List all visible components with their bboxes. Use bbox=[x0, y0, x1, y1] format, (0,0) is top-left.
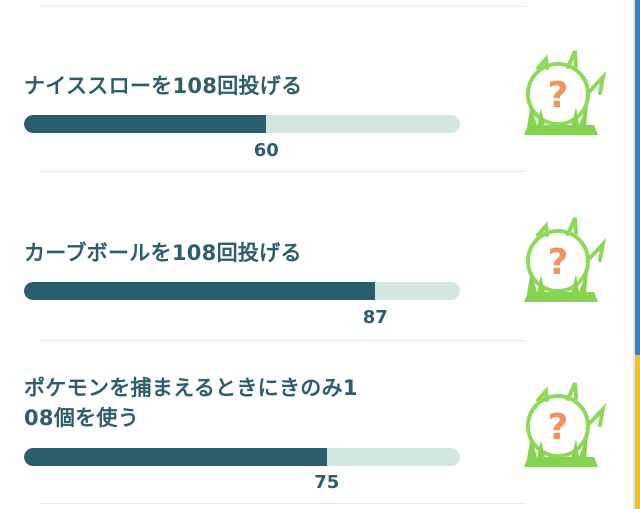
mystery-reward-icon: ? bbox=[524, 50, 607, 135]
progress-fill bbox=[24, 115, 267, 133]
progress-count: 87 bbox=[362, 307, 388, 328]
question-mark-icon: ? bbox=[548, 242, 569, 283]
progress-count: 60 bbox=[253, 140, 279, 161]
task-title: ナイススローを108回投げる bbox=[24, 74, 303, 98]
progress-bar bbox=[24, 115, 460, 133]
divider bbox=[40, 6, 525, 7]
progress-fill bbox=[24, 282, 376, 300]
screen-edge bbox=[633, 0, 640, 509]
question-mark-icon: ? bbox=[548, 407, 569, 448]
divider bbox=[40, 340, 525, 341]
task-title: カーブボールを108回投げる bbox=[24, 241, 302, 265]
task-title-line: ポケモンを捕まえるときにきのみ1 bbox=[24, 376, 358, 400]
progress-count: 75 bbox=[314, 472, 340, 493]
progress-bar bbox=[24, 448, 460, 466]
task-title: ポケモンを捕まえるときにきのみ1 08個を使う bbox=[24, 373, 464, 433]
divider bbox=[40, 171, 525, 172]
divider bbox=[40, 503, 525, 504]
mystery-reward-icon: ? bbox=[524, 217, 607, 302]
progress-bar bbox=[24, 282, 460, 300]
progress-fill bbox=[24, 448, 327, 466]
mystery-reward-icon: ? bbox=[524, 382, 607, 467]
question-mark-icon: ? bbox=[548, 75, 569, 116]
task-title-line: 08個を使う bbox=[24, 406, 140, 430]
